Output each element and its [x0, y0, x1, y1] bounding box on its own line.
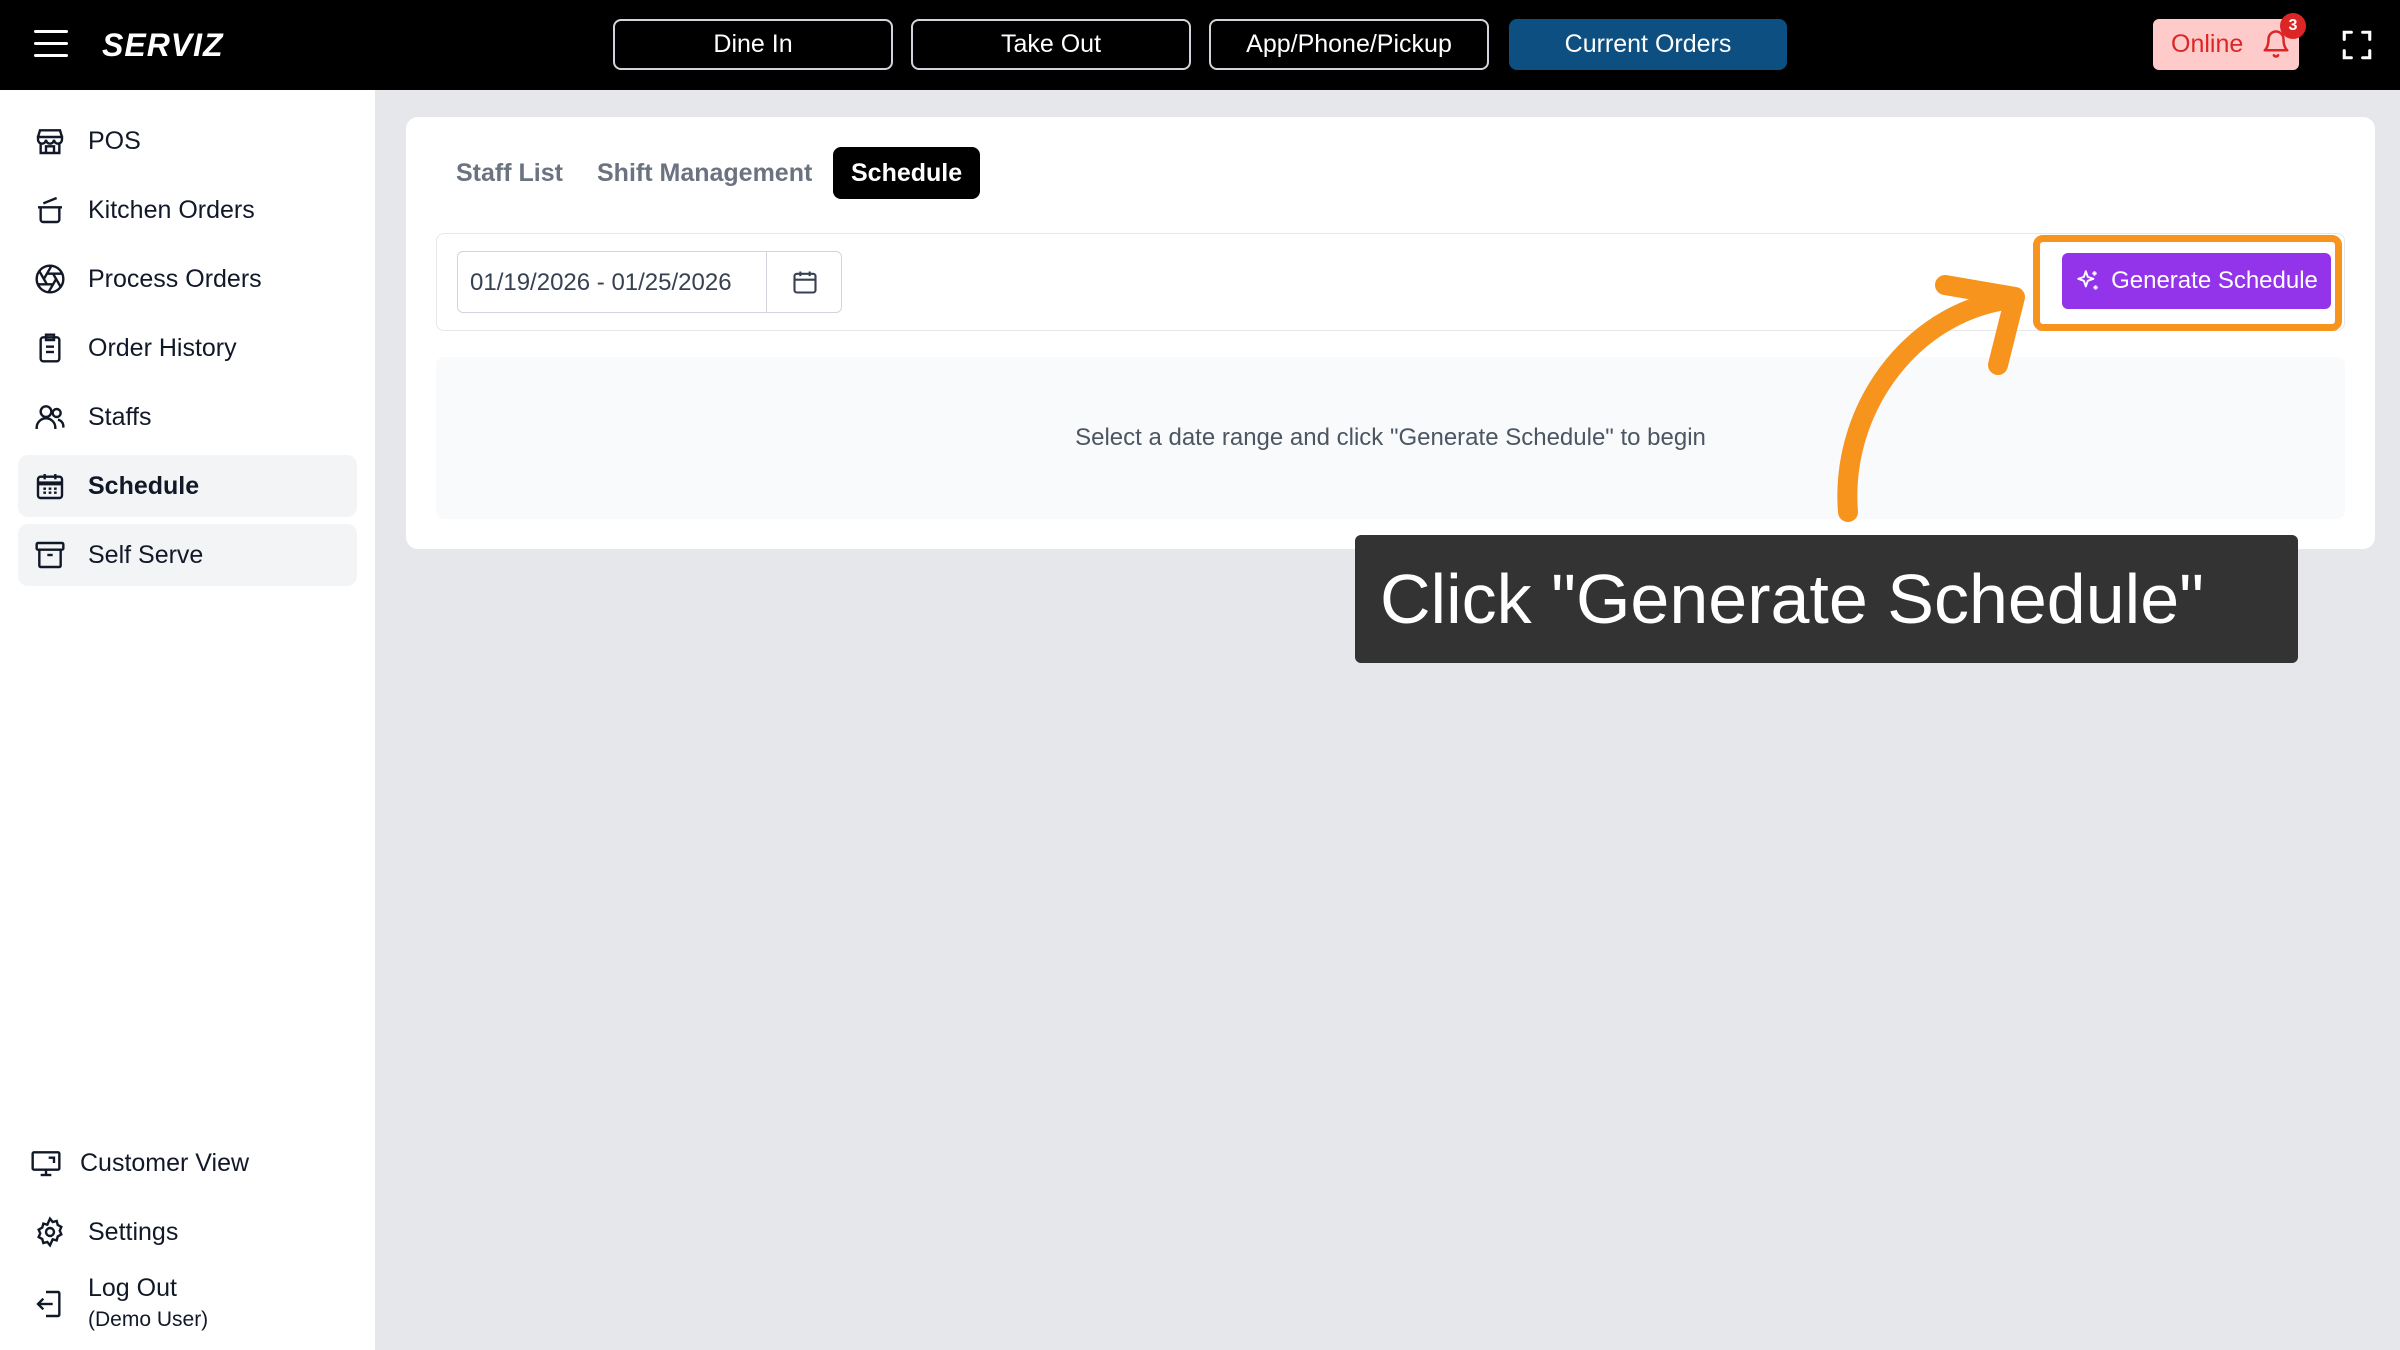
- archive-icon: [32, 537, 68, 573]
- hamburger-icon[interactable]: [34, 30, 68, 60]
- sidebar-item-label: Staffs: [88, 402, 152, 431]
- users-icon: [32, 399, 68, 435]
- calendar-icon: [32, 468, 68, 504]
- sidebar-item-settings[interactable]: Settings: [18, 1201, 357, 1263]
- sidebar-item-label: Kitchen Orders: [88, 195, 255, 224]
- date-range-value: 01/19/2026 - 01/25/2026: [470, 269, 732, 296]
- logout-icon: [32, 1286, 68, 1322]
- tab-staff-list[interactable]: Staff List: [438, 147, 581, 199]
- sidebar-item-label: Order History: [88, 333, 237, 362]
- nav-dine-in-button[interactable]: Dine In: [613, 19, 893, 70]
- sidebar-item-self-serve[interactable]: Self Serve: [18, 524, 357, 586]
- sidebar-item-customer-view[interactable]: Customer View: [14, 1132, 353, 1194]
- gear-icon: [32, 1214, 68, 1250]
- notification-badge: 3: [2280, 13, 2306, 39]
- sidebar-item-pos[interactable]: POS: [18, 110, 357, 172]
- sidebar-item-label: Schedule: [88, 471, 200, 500]
- tutorial-arrow-icon: [1837, 275, 2025, 522]
- schedule-card: Staff List Shift Management Schedule 01/…: [406, 117, 2375, 549]
- sidebar-item-order-history[interactable]: Order History: [18, 317, 357, 379]
- sidebar-item-staffs[interactable]: Staffs: [18, 386, 357, 448]
- pot-icon: [32, 192, 68, 228]
- clipboard-icon: [32, 330, 68, 366]
- sidebar-item-label: Customer View: [80, 1148, 250, 1177]
- sidebar: POS Kitchen Orders Process Orders Order …: [0, 90, 375, 1350]
- store-icon: [32, 123, 68, 159]
- sidebar-item-label: Log Out: [88, 1274, 177, 1302]
- online-status-button[interactable]: Online: [2153, 19, 2299, 70]
- online-status-label: Online: [2171, 30, 2244, 58]
- sidebar-item-label: Self Serve: [88, 540, 204, 569]
- tab-shift-management[interactable]: Shift Management: [579, 147, 830, 199]
- fullscreen-icon[interactable]: [2340, 28, 2374, 62]
- nav-current-orders-button[interactable]: Current Orders: [1509, 19, 1787, 70]
- calendar-icon: [792, 271, 817, 294]
- calendar-button[interactable]: [766, 252, 842, 312]
- nav-take-out-button[interactable]: Take Out: [911, 19, 1191, 70]
- sidebar-item-label: Settings: [88, 1217, 179, 1246]
- brand-logo: SERVIZ: [102, 27, 224, 63]
- logged-in-user: (Demo User): [88, 1308, 209, 1331]
- nav-app-phone-pickup-button[interactable]: App/Phone/Pickup: [1209, 19, 1489, 70]
- sidebar-item-process-orders[interactable]: Process Orders: [18, 248, 357, 310]
- tab-schedule[interactable]: Schedule: [833, 147, 981, 199]
- sidebar-item-schedule[interactable]: Schedule: [18, 455, 357, 517]
- tutorial-highlight: [2033, 235, 2342, 331]
- sidebar-item-kitchen-orders[interactable]: Kitchen Orders: [18, 179, 357, 241]
- top-bar: SERVIZ Dine In Take Out App/Phone/Pickup…: [0, 0, 2400, 90]
- sidebar-item-label: POS: [88, 126, 141, 155]
- sidebar-item-label: Process Orders: [88, 264, 262, 293]
- monitor-icon: [28, 1145, 64, 1181]
- tutorial-tooltip: Click "Generate Schedule": [1355, 535, 2298, 663]
- date-range-picker[interactable]: 01/19/2026 - 01/25/2026: [457, 251, 842, 313]
- aperture-icon: [32, 261, 68, 297]
